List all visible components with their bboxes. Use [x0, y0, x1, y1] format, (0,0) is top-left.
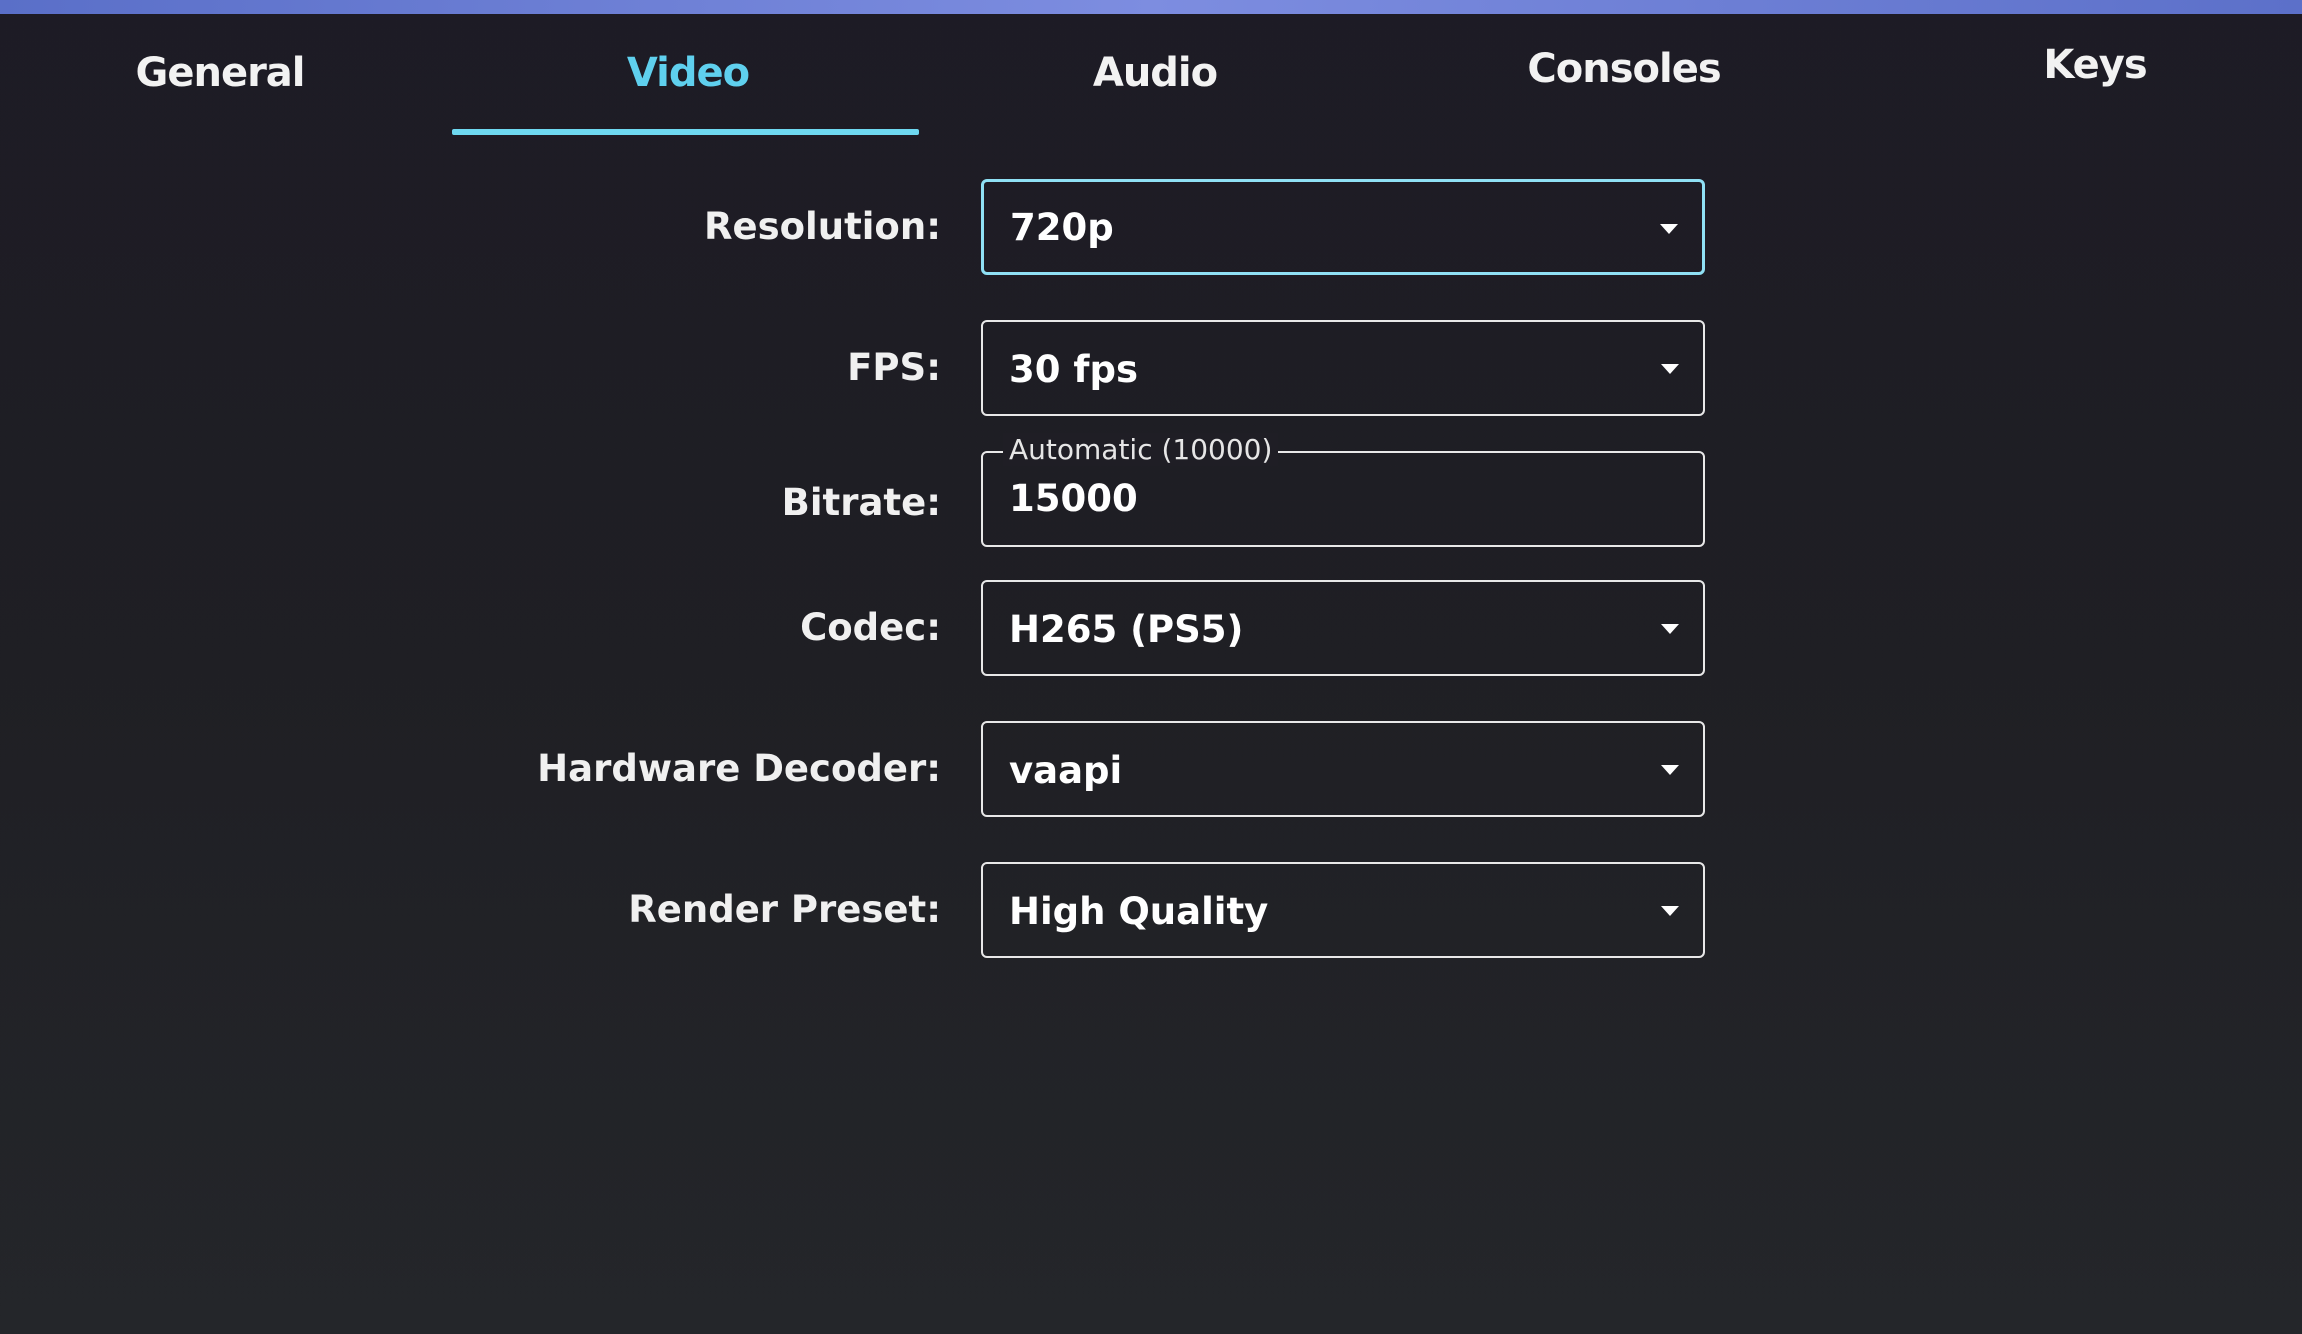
- hardware-decoder-value: vaapi: [1009, 749, 1123, 792]
- render-preset-value: High Quality: [1009, 890, 1269, 933]
- fps-label: FPS:: [847, 346, 941, 389]
- fps-dropdown[interactable]: 30 fps: [981, 320, 1705, 416]
- bitrate-label: Bitrate:: [781, 481, 941, 524]
- codec-label: Codec:: [800, 606, 941, 649]
- resolution-row: Resolution: 720p: [0, 179, 2302, 279]
- chevron-down-icon: [1661, 624, 1679, 634]
- resolution-value: 720p: [1010, 206, 1114, 249]
- render-preset-dropdown[interactable]: High Quality: [981, 862, 1705, 958]
- codec-row: Codec: H265 (PS5): [0, 580, 2302, 680]
- fps-row: FPS: 30 fps: [0, 320, 2302, 420]
- hardware-decoder-label: Hardware Decoder:: [537, 747, 941, 790]
- window-top-edge: [0, 0, 2302, 14]
- bitrate-hint: Automatic (10000): [1003, 433, 1279, 466]
- tab-general[interactable]: General: [0, 50, 455, 96]
- chevron-down-icon: [1661, 765, 1679, 775]
- tab-consoles[interactable]: Consoles: [1389, 46, 1859, 92]
- active-tab-indicator: [452, 129, 919, 135]
- codec-value: H265 (PS5): [1009, 608, 1244, 651]
- bitrate-value[interactable]: 15000: [1009, 477, 1138, 520]
- fps-value: 30 fps: [1009, 348, 1138, 391]
- chevron-down-icon: [1660, 224, 1678, 234]
- bitrate-input[interactable]: Automatic (10000) 15000: [981, 433, 1705, 547]
- bitrate-row: Bitrate: Automatic (10000) 15000: [0, 433, 2302, 551]
- tab-audio[interactable]: Audio: [920, 50, 1390, 96]
- chevron-down-icon: [1661, 364, 1679, 374]
- tab-video[interactable]: Video: [453, 50, 923, 96]
- hardware-decoder-dropdown[interactable]: vaapi: [981, 721, 1705, 817]
- tab-keys[interactable]: Keys: [1860, 42, 2302, 88]
- hardware-decoder-row: Hardware Decoder: vaapi: [0, 721, 2302, 821]
- resolution-label: Resolution:: [704, 205, 941, 248]
- chevron-down-icon: [1661, 906, 1679, 916]
- codec-dropdown[interactable]: H265 (PS5): [981, 580, 1705, 676]
- render-preset-row: Render Preset: High Quality: [0, 862, 2302, 962]
- render-preset-label: Render Preset:: [628, 888, 941, 931]
- resolution-dropdown[interactable]: 720p: [981, 179, 1705, 275]
